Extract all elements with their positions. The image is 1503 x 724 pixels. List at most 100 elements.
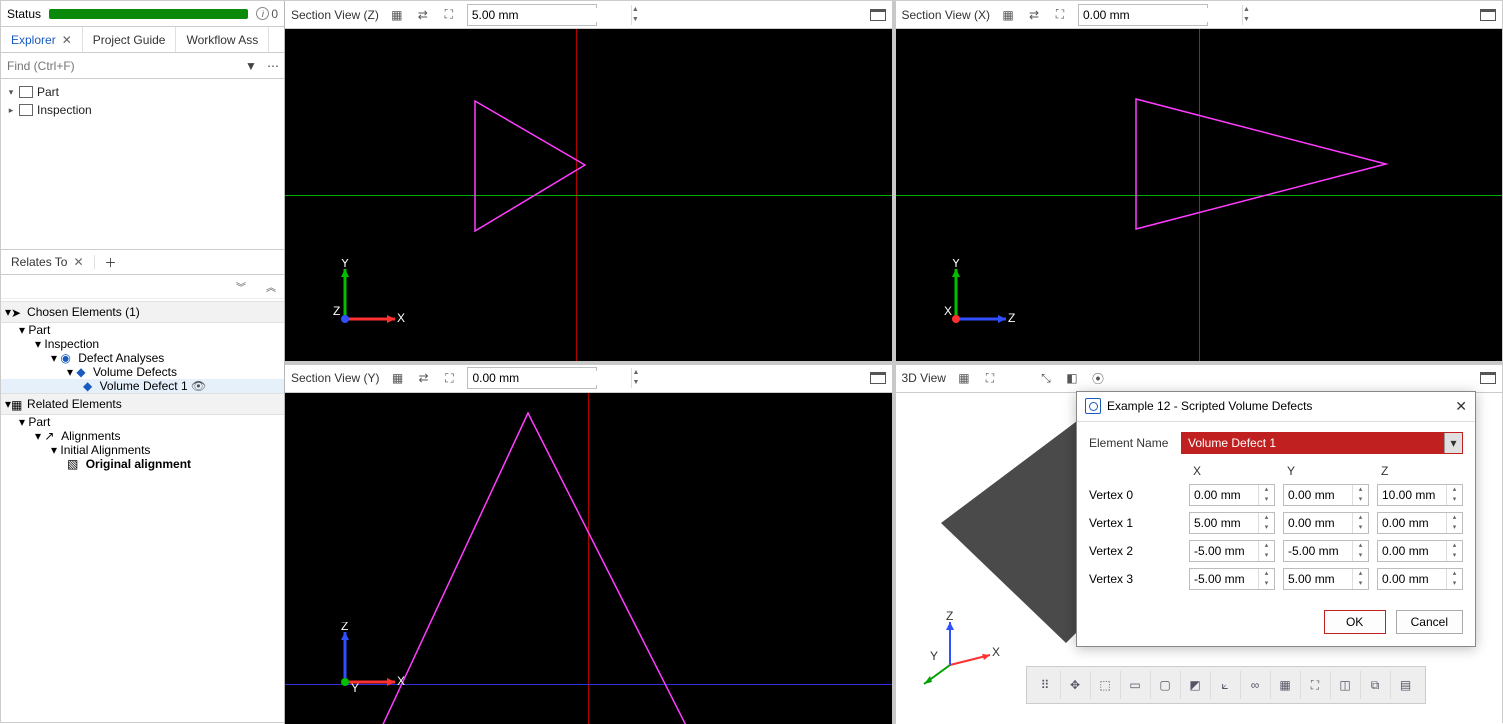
- chosen-header[interactable]: ▾ ➤ Chosen Elements (1): [1, 301, 284, 323]
- vertex-0-x[interactable]: ▴▾: [1189, 484, 1275, 506]
- chosen-volume-defect-1[interactable]: ◆ Volume Defect 1 👁: [1, 379, 284, 393]
- close-icon[interactable]: ✕: [1455, 398, 1467, 415]
- tool-front-icon[interactable]: ⬚: [1091, 671, 1121, 699]
- tree-part[interactable]: ▾ Part: [1, 83, 284, 101]
- tool-fit-icon[interactable]: ⛶: [1301, 671, 1331, 699]
- chevron-up-icon[interactable]: ︽: [266, 279, 276, 294]
- vertex-3-z[interactable]: ▴▾: [1377, 568, 1463, 590]
- tool-top-icon[interactable]: ▢: [1151, 671, 1181, 699]
- vertex-2-y[interactable]: ▴▾: [1283, 540, 1369, 562]
- element-name-combo[interactable]: Volume Defect 1 ▾: [1181, 432, 1463, 454]
- section-x-input[interactable]: [1079, 8, 1242, 22]
- spin-up-icon[interactable]: ▲: [1243, 5, 1250, 15]
- menu-icon[interactable]: ⋯: [262, 59, 284, 73]
- tool-iso-icon[interactable]: ◩: [1181, 671, 1211, 699]
- tab-relates-to[interactable]: Relates To ✕: [1, 255, 95, 269]
- expand-icon[interactable]: ⛶: [1052, 7, 1068, 23]
- spin-up-icon[interactable]: ▲: [632, 368, 639, 378]
- expand-icon[interactable]: ⛶: [441, 370, 457, 386]
- section-y-value[interactable]: ▲▼: [467, 367, 597, 389]
- camera-icon[interactable]: ⦿: [1090, 370, 1106, 386]
- related-initial-alignments[interactable]: ▾ Initial Alignments: [1, 443, 284, 457]
- spin-down-icon[interactable]: ▼: [632, 378, 639, 388]
- swap-icon[interactable]: ⇄: [415, 7, 431, 23]
- swap-icon[interactable]: ⇄: [1026, 7, 1042, 23]
- tool-points-icon[interactable]: ⠿: [1031, 671, 1061, 699]
- maximize-icon[interactable]: [1480, 372, 1496, 384]
- vertex-3-y[interactable]: ▴▾: [1283, 568, 1369, 590]
- section-y-input[interactable]: [468, 371, 631, 385]
- chosen-part[interactable]: ▾ Part: [1, 323, 284, 337]
- tool-pan-icon[interactable]: ✥: [1061, 671, 1091, 699]
- visibility-icon[interactable]: 👁: [191, 379, 206, 393]
- collapse-icon[interactable]: ▾: [51, 443, 57, 457]
- tool-measure-icon[interactable]: ⟀: [1211, 671, 1241, 699]
- split-icon[interactable]: ◧: [1064, 370, 1080, 386]
- chosen-defect-analyses[interactable]: ▾ ◉ Defect Analyses: [1, 351, 284, 365]
- vertex-0-y[interactable]: ▴▾: [1283, 484, 1369, 506]
- tab-project-guide[interactable]: Project Guide: [83, 27, 177, 52]
- tool-grid-icon[interactable]: ▦: [1271, 671, 1301, 699]
- related-alignments[interactable]: ▾ ↗ Alignments: [1, 429, 284, 443]
- grid-icon[interactable]: ▦: [389, 370, 405, 386]
- collapse-icon[interactable]: ▾: [19, 415, 25, 429]
- collapse-icon[interactable]: ▾: [35, 429, 41, 443]
- collapse-icon[interactable]: ▾: [51, 351, 57, 365]
- vertex-2-z[interactable]: ▴▾: [1377, 540, 1463, 562]
- maximize-icon[interactable]: [870, 9, 886, 21]
- cancel-button[interactable]: Cancel: [1396, 610, 1463, 634]
- cursor-icon[interactable]: ⤡: [1038, 370, 1054, 386]
- grid-icon[interactable]: ▦: [1000, 7, 1016, 23]
- close-icon[interactable]: ✕: [73, 255, 83, 269]
- expand-icon[interactable]: ▸: [5, 105, 17, 116]
- related-header[interactable]: ▾ ▦ Related Elements: [1, 393, 284, 415]
- chosen-inspection[interactable]: ▾ Inspection: [1, 337, 284, 351]
- vertex-1-z[interactable]: ▴▾: [1377, 512, 1463, 534]
- canvas-z[interactable]: X Y Z: [285, 29, 892, 361]
- tab-workflow[interactable]: Workflow Ass: [176, 27, 269, 52]
- spin-down-icon[interactable]: ▼: [1243, 15, 1250, 25]
- close-icon[interactable]: ✕: [62, 33, 72, 47]
- filter-icon[interactable]: ▼: [240, 59, 262, 73]
- vertex-1-label: Vertex 1: [1089, 516, 1181, 530]
- vertex-1-y[interactable]: ▴▾: [1283, 512, 1369, 534]
- maximize-icon[interactable]: [870, 372, 886, 384]
- vertex-0-z[interactable]: ▴▾: [1377, 484, 1463, 506]
- vertex-1-x[interactable]: ▴▾: [1189, 512, 1275, 534]
- chosen-volume-defects[interactable]: ▾ ◆ Volume Defects: [1, 365, 284, 379]
- vertex-3-x[interactable]: ▴▾: [1189, 568, 1275, 590]
- add-tab[interactable]: ＋: [95, 254, 127, 271]
- related-part[interactable]: ▾ Part: [1, 415, 284, 429]
- grid-icon[interactable]: ▦: [956, 370, 972, 386]
- ok-button[interactable]: OK: [1324, 610, 1386, 634]
- spin-down-icon[interactable]: ▼: [632, 15, 639, 25]
- section-x-value[interactable]: ▲▼: [1078, 4, 1208, 26]
- tool-side-icon[interactable]: ▭: [1121, 671, 1151, 699]
- tab-explorer[interactable]: Explorer ✕: [1, 27, 83, 52]
- search-input[interactable]: [1, 55, 240, 77]
- related-original-alignment[interactable]: ▧ Original alignment: [1, 457, 284, 471]
- spin-up-icon[interactable]: ▲: [632, 5, 639, 15]
- section-z-input[interactable]: [468, 8, 631, 22]
- vertex-2-x[interactable]: ▴▾: [1189, 540, 1275, 562]
- expand-icon[interactable]: ⛶: [441, 7, 457, 23]
- tool-clip-icon[interactable]: ⧉: [1361, 671, 1391, 699]
- tool-link-icon[interactable]: ∞: [1241, 671, 1271, 699]
- section-z-value[interactable]: ▲▼: [467, 4, 597, 26]
- tool-layout-icon[interactable]: ▤: [1391, 671, 1421, 699]
- tool-snap-icon[interactable]: ◫: [1331, 671, 1361, 699]
- collapse-icon[interactable]: ▾: [35, 337, 41, 351]
- canvas-y[interactable]: X Z Y: [285, 393, 892, 724]
- collapse-icon[interactable]: ▾: [67, 365, 73, 379]
- maximize-icon[interactable]: [1480, 9, 1496, 21]
- canvas-x[interactable]: Z Y X: [896, 29, 1503, 361]
- dropdown-icon[interactable]: ▾: [1444, 433, 1462, 453]
- collapse-icon[interactable]: ▾: [5, 87, 17, 98]
- chevron-down-icon[interactable]: ︾: [236, 279, 246, 294]
- expand-icon[interactable]: ⛶: [982, 370, 998, 386]
- collapse-icon[interactable]: ▾: [19, 323, 25, 337]
- tree-inspection[interactable]: ▸ Inspection: [1, 101, 284, 119]
- viewport-section-y: Section View (Y) ▦ ⇄ ⛶ ▲▼: [285, 365, 892, 724]
- grid-icon[interactable]: ▦: [389, 7, 405, 23]
- swap-icon[interactable]: ⇄: [415, 370, 431, 386]
